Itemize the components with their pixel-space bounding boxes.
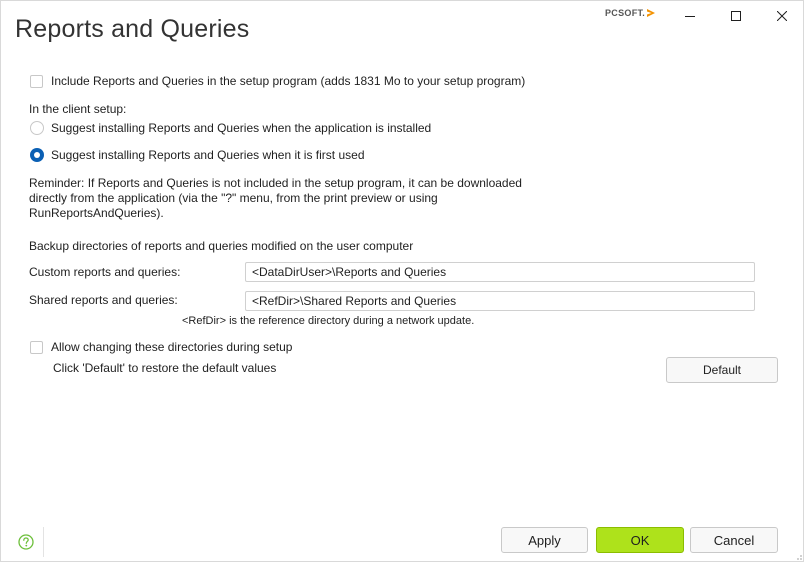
play-arrow-icon [647, 9, 656, 17]
page-title: Reports and Queries [15, 15, 250, 43]
close-button[interactable] [759, 1, 804, 31]
minimize-icon [685, 16, 695, 17]
maximize-button[interactable] [713, 1, 759, 31]
allow-change-option[interactable]: Allow changing these directories during … [30, 340, 292, 354]
pcsoft-logo: PCSOFT. [605, 6, 656, 20]
shared-reports-input[interactable] [245, 291, 755, 311]
reminder-line: Reminder: If Reports and Queries is not … [29, 176, 522, 190]
brand-text: PCSOFT. [605, 8, 646, 18]
radio-install-label: Suggest installing Reports and Queries w… [51, 121, 432, 135]
radio-first-use[interactable] [30, 148, 44, 162]
apply-button[interactable]: Apply [501, 527, 588, 553]
radio-first-use-option[interactable]: Suggest installing Reports and Queries w… [30, 148, 365, 162]
resize-grip-icon[interactable] [793, 551, 803, 561]
reminder-text: Reminder: If Reports and Queries is not … [29, 176, 529, 221]
reports-queries-dialog: Reports and Queries PCSOFT. Include Repo… [0, 0, 804, 562]
custom-reports-input[interactable] [245, 262, 755, 282]
radio-install-option[interactable]: Suggest installing Reports and Queries w… [30, 121, 431, 135]
maximize-icon [731, 11, 741, 21]
refdir-note: <RefDir> is the reference directory duri… [182, 315, 475, 327]
custom-reports-label: Custom reports and queries: [29, 265, 181, 279]
client-setup-label: In the client setup: [29, 102, 127, 116]
include-checkbox[interactable] [30, 74, 43, 88]
allow-change-checkbox[interactable] [30, 340, 43, 354]
restore-hint: Click 'Default' to restore the default v… [53, 361, 277, 375]
reminder-line: RunReportsAndQueries). [29, 206, 164, 220]
allow-change-label: Allow changing these directories during … [51, 340, 293, 354]
include-label: Include Reports and Queries in the setup… [51, 74, 526, 88]
include-option[interactable]: Include Reports and Queries in the setup… [30, 74, 525, 88]
ok-button[interactable]: OK [596, 527, 684, 553]
default-button[interactable]: Default [666, 357, 778, 383]
minimize-button[interactable] [667, 1, 713, 31]
help-icon[interactable] [18, 534, 34, 550]
radio-install[interactable] [30, 121, 44, 135]
backup-heading: Backup directories of reports and querie… [29, 239, 414, 253]
footer-separator [43, 527, 44, 557]
reminder-line: directly from the application (via the "… [29, 191, 438, 205]
cancel-button[interactable]: Cancel [690, 527, 778, 553]
shared-reports-label: Shared reports and queries: [29, 293, 178, 307]
radio-first-use-label: Suggest installing Reports and Queries w… [51, 148, 365, 162]
close-icon [777, 11, 787, 21]
